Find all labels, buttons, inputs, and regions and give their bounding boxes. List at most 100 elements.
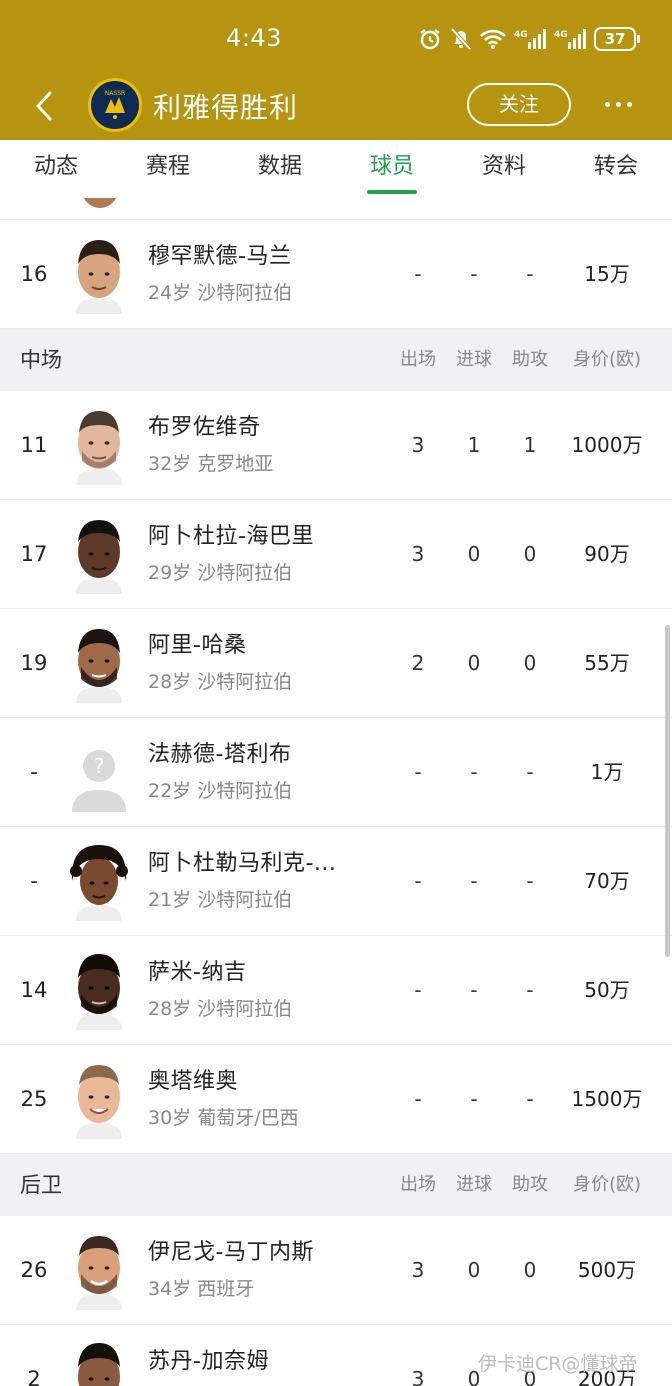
player-assists: - <box>526 262 534 286</box>
player-row[interactable]: 19 阿里-哈桑 28岁 沙特阿拉伯 2 0 0 55万 <box>0 609 672 718</box>
player-goals: 0 <box>467 651 481 675</box>
player-name: 阿卜杜勒马利克-... <box>148 851 337 876</box>
network-label: 4G <box>554 30 568 40</box>
player-assists: 1 <box>523 433 537 457</box>
player-assists: - <box>526 1087 534 1111</box>
tab-news[interactable]: 动态 <box>0 140 112 198</box>
player-row[interactable]: 14 萨米-纳吉 28岁 沙特阿拉伯 - - - 50万 <box>0 936 672 1045</box>
app-header: 4:43 4G 4G 37 NASSR 利雅得胜利 关注 <box>0 0 672 140</box>
player-number: 14 <box>20 978 48 1002</box>
player-goals: - <box>470 978 478 1002</box>
wifi-icon <box>480 29 506 49</box>
tab-stats[interactable]: 数据 <box>224 140 336 198</box>
list-item-partial <box>0 198 672 220</box>
player-avatar <box>70 234 128 314</box>
column-assists: 助攻 <box>512 1174 548 1195</box>
player-number: 19 <box>20 651 48 675</box>
player-meta: 28岁 沙特阿拉伯 <box>148 671 293 693</box>
follow-button[interactable]: 关注 <box>467 83 571 126</box>
player-row[interactable]: 16 穆罕默德-马兰 24岁 沙特阿拉伯 - - - 15万 <box>0 220 672 329</box>
player-value: 1万 <box>590 760 624 784</box>
player-apps: - <box>414 1087 422 1111</box>
logo-text: NASSR <box>105 90 125 97</box>
player-avatar <box>70 950 128 1030</box>
player-apps: - <box>414 869 422 893</box>
player-apps: - <box>414 978 422 1002</box>
player-name: 法赫德-塔利布 <box>148 742 292 767</box>
player-avatar <box>70 405 128 485</box>
player-meta: 30岁 葡萄牙/巴西 <box>148 1107 299 1129</box>
player-name: 穆罕默德-马兰 <box>148 244 292 269</box>
player-avatar <box>70 841 128 921</box>
player-value: 1000万 <box>571 433 643 457</box>
player-row[interactable]: - 阿卜杜勒马利克-... 21岁 沙特阿拉伯 - - - 70万 <box>0 827 672 936</box>
column-goals: 进球 <box>456 349 492 370</box>
section-title: 后卫 <box>20 1173 62 1197</box>
player-row[interactable]: 11 布罗佐维奇 32岁 克罗地亚 3 1 1 1000万 <box>0 391 672 500</box>
player-number: 2 <box>27 1367 41 1386</box>
tab-players[interactable]: 球员 <box>336 140 448 198</box>
more-dot-icon <box>626 101 632 107</box>
more-options-button[interactable] <box>598 86 638 122</box>
team-logo: NASSR <box>88 78 142 132</box>
player-name: 布罗佐维奇 <box>148 415 261 440</box>
player-assists: - <box>526 760 534 784</box>
team-title: 利雅得胜利 <box>153 91 299 124</box>
player-meta: 21岁 沙特阿拉伯 <box>148 889 293 911</box>
column-value: 身价(欧) <box>572 349 642 370</box>
player-meta: 28岁 沙特阿拉伯 <box>148 998 293 1020</box>
player-value: 55万 <box>584 651 630 675</box>
player-avatar <box>70 623 128 703</box>
player-number: 16 <box>20 262 48 286</box>
player-list[interactable]: 16 穆罕默德-马兰 24岁 沙特阿拉伯 - - - 15万 中场 出场 进球 … <box>0 198 672 1386</box>
chevron-left-icon <box>36 91 52 121</box>
tab-info[interactable]: 资料 <box>448 140 560 198</box>
mute-bell-icon <box>450 27 472 51</box>
column-goals: 进球 <box>456 1174 492 1195</box>
player-apps: 3 <box>411 1258 425 1282</box>
signal-4g-icon: 4G <box>514 29 546 49</box>
player-meta: 32岁 克罗地亚 <box>148 453 274 475</box>
player-avatar <box>70 1339 128 1386</box>
player-number: 11 <box>20 433 48 457</box>
tab-schedule[interactable]: 赛程 <box>112 140 224 198</box>
column-assists: 助攻 <box>512 349 548 370</box>
team-crest-icon: NASSR <box>95 85 135 125</box>
section-header-midfield: 中场 出场 进球 助攻 身价(欧) <box>0 329 672 391</box>
tab-transfers[interactable]: 转会 <box>560 140 672 198</box>
back-button[interactable] <box>26 86 62 126</box>
player-number: 26 <box>20 1258 48 1282</box>
player-row[interactable]: 26 伊尼戈-马丁内斯 34岁 西班牙 3 0 0 500万 <box>0 1216 672 1325</box>
player-row[interactable]: 25 奥塔维奥 30岁 葡萄牙/巴西 - - - 1500万 <box>0 1045 672 1154</box>
player-goals: - <box>470 1087 478 1111</box>
player-row[interactable]: - ? 法赫德-塔利布 22岁 沙特阿拉伯 - - - 1万 <box>0 718 672 827</box>
player-meta: 34岁 西班牙 <box>148 1278 255 1300</box>
more-dot-icon <box>604 101 610 107</box>
player-number: 17 <box>20 542 48 566</box>
section-title: 中场 <box>20 348 62 372</box>
player-meta: 24岁 沙特阿拉伯 <box>148 282 293 304</box>
player-row[interactable]: 17 阿卜杜拉-海巴里 29岁 沙特阿拉伯 3 0 0 90万 <box>0 500 672 609</box>
player-goals: - <box>470 869 478 893</box>
nav-bar: NASSR 利雅得胜利 关注 <box>0 72 672 138</box>
section-header-defense: 后卫 出场 进球 助攻 身价(欧) <box>0 1154 672 1216</box>
player-assists: - <box>526 869 534 893</box>
player-value: 50万 <box>584 978 630 1002</box>
watermark: 伊卡迪CR@懂球帝 <box>478 1353 638 1375</box>
player-meta: 22岁 沙特阿拉伯 <box>148 780 293 802</box>
player-goals: 0 <box>467 1258 481 1282</box>
player-number: 25 <box>20 1087 48 1111</box>
player-value: 1500万 <box>571 1087 643 1111</box>
player-name: 苏丹-加奈姆 <box>148 1349 269 1374</box>
player-name: 阿里-哈桑 <box>148 633 247 658</box>
player-number: - <box>30 869 38 893</box>
player-name: 奥塔维奥 <box>148 1069 239 1094</box>
column-apps: 出场 <box>400 349 436 370</box>
scrollbar[interactable] <box>665 625 670 957</box>
status-icons: 4G 4G 37 <box>418 26 640 52</box>
player-avatar <box>70 514 128 594</box>
network-label: 4G <box>514 30 528 40</box>
player-avatar <box>72 198 128 208</box>
player-assists: - <box>526 978 534 1002</box>
status-bar: 4:43 4G 4G 37 <box>0 0 672 78</box>
